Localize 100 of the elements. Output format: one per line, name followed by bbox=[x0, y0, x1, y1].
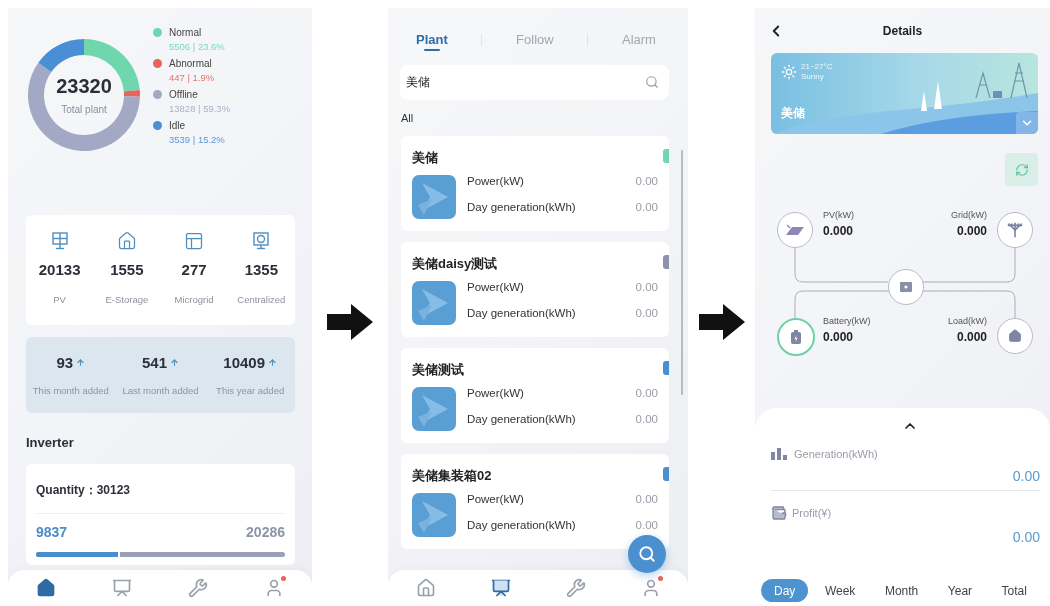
home-icon bbox=[415, 578, 436, 598]
stat-label: Profit(¥) bbox=[792, 507, 832, 519]
plant-name: 美储daisy测试 bbox=[412, 256, 498, 271]
metric-label: Day generation(kWh) bbox=[467, 307, 576, 319]
category-label: Microgrid bbox=[174, 294, 214, 305]
plant-logo-icon bbox=[412, 387, 456, 431]
quantity-text: Quantity：30123 bbox=[36, 482, 132, 499]
plant-logo-icon bbox=[412, 493, 456, 537]
weather-text: Sunny bbox=[801, 71, 825, 82]
category-count: 1355 bbox=[244, 261, 279, 278]
panel-icon bbox=[184, 231, 205, 251]
added-label: This month added bbox=[32, 385, 109, 396]
plant-card[interactable]: 美储集装箱02 Power(kW) 0.00 Day generation(kWh) 0.00 bbox=[401, 454, 669, 549]
metric-value: 0.00 bbox=[635, 201, 658, 213]
flow-value: 0.000 bbox=[956, 330, 987, 344]
added-count: 10409 bbox=[223, 354, 265, 371]
search-field[interactable]: 美储 bbox=[400, 65, 669, 100]
metric-value: 0.00 bbox=[635, 387, 658, 399]
metric-label: Day generation(kWh) bbox=[467, 519, 576, 531]
metric-label: Power(kW) bbox=[467, 175, 524, 187]
legend-label: Idle bbox=[169, 120, 187, 131]
category-count: 277 bbox=[181, 261, 207, 278]
legend-value: 5506 | 23.6% bbox=[169, 41, 226, 52]
stat-label: Generation(kWh) bbox=[794, 448, 878, 460]
metric-value: 0.00 bbox=[635, 175, 658, 187]
legend-value: 447 | 1.9% bbox=[169, 72, 216, 83]
legend-label: Offline bbox=[169, 89, 199, 100]
sun-icon bbox=[781, 63, 797, 80]
dropdown-button[interactable] bbox=[1016, 112, 1038, 134]
plant-card[interactable]: 美储daisy测试 Power(kW) 0.00 Day generation(kWh) 0.00 bbox=[401, 242, 669, 337]
power-tower-icon bbox=[1007, 222, 1023, 238]
user-icon bbox=[264, 578, 284, 598]
total-count: 23320 bbox=[56, 75, 112, 98]
added-count: 541 bbox=[141, 354, 167, 371]
category-count: 20133 bbox=[38, 261, 81, 278]
metric-value: 0.00 bbox=[635, 519, 658, 531]
bar-chart-icon bbox=[771, 448, 789, 460]
period-tab[interactable]: Year bbox=[934, 579, 986, 602]
metric-label: Power(kW) bbox=[467, 281, 524, 293]
metric-label: Day generation(kWh) bbox=[467, 201, 576, 213]
category-label: Centralized bbox=[237, 294, 286, 305]
metric-value: 0.00 bbox=[635, 307, 658, 319]
refresh-icon bbox=[1014, 162, 1029, 177]
online-count: 9837 bbox=[36, 524, 68, 540]
up-arrow-icon bbox=[170, 358, 179, 367]
plant-name: 美储 bbox=[412, 150, 438, 165]
filter-label: All bbox=[401, 112, 415, 124]
offline-count: 20286 bbox=[246, 524, 285, 540]
home-icon bbox=[36, 578, 56, 598]
flow-label: Grid(kW) bbox=[951, 210, 987, 220]
metric-value: 0.00 bbox=[635, 413, 658, 425]
flow-value: 0.000 bbox=[823, 224, 854, 238]
metric-label: Power(kW) bbox=[467, 387, 524, 399]
added-count: 93 bbox=[56, 354, 74, 371]
search-icon bbox=[638, 545, 656, 563]
metric-value: 0.00 bbox=[635, 493, 658, 505]
period-tab[interactable]: Total bbox=[988, 579, 1040, 602]
plant-name: 美储 bbox=[781, 105, 805, 122]
section-title: Inverter bbox=[26, 435, 75, 450]
category-label: E-Storage bbox=[105, 294, 149, 305]
category-count: 1555 bbox=[110, 261, 144, 278]
category-label: PV bbox=[53, 294, 66, 305]
flow-label: Load(kW) bbox=[948, 316, 987, 326]
battery-icon bbox=[791, 330, 801, 344]
added-label: This year added bbox=[216, 385, 285, 396]
added-label: Last month added bbox=[122, 385, 199, 396]
legend-value: 13828 | 59.3% bbox=[169, 103, 231, 114]
stat-value: 0.00 bbox=[1012, 529, 1040, 545]
up-arrow-icon bbox=[76, 358, 86, 367]
refresh-button[interactable] bbox=[1005, 153, 1038, 186]
nav-tab[interactable] bbox=[186, 576, 210, 600]
total-label: Total plant bbox=[61, 104, 107, 115]
search-icon bbox=[645, 75, 659, 89]
chart-monitor-icon bbox=[490, 578, 511, 598]
arrow-icon bbox=[327, 304, 373, 340]
period-tab[interactable]: Month bbox=[871, 579, 932, 602]
house-icon bbox=[1008, 329, 1022, 343]
flow-value: 0.000 bbox=[823, 330, 854, 344]
metric-value: 0.00 bbox=[635, 281, 658, 293]
chart-monitor-icon bbox=[112, 578, 132, 598]
legend-label: Normal bbox=[169, 27, 203, 38]
page-title: Details bbox=[881, 24, 924, 38]
metric-label: Day generation(kWh) bbox=[467, 413, 576, 425]
solar-panel-icon bbox=[49, 231, 70, 251]
temperature-text: 21~27°C bbox=[801, 62, 833, 72]
house-icon bbox=[116, 231, 137, 251]
plant-card[interactable]: 美储 Power(kW) 0.00 Day generation(kWh) 0.00 bbox=[401, 136, 669, 231]
stat-value: 0.00 bbox=[1012, 468, 1040, 484]
solar-panel-icon bbox=[785, 223, 805, 237]
period-tab[interactable]: Week bbox=[811, 579, 869, 602]
arrow-icon bbox=[698, 304, 745, 340]
plant-name: 美储测试 bbox=[412, 362, 464, 377]
plant-card[interactable]: 美储测试 Power(kW) 0.00 Day generation(kWh) 0.00 bbox=[401, 348, 669, 443]
legend-label: Abnormal bbox=[169, 58, 213, 69]
flow-label: PV(kW) bbox=[823, 210, 854, 220]
wrench-icon bbox=[188, 578, 208, 598]
plant-logo-icon bbox=[412, 281, 456, 325]
flow-value: 0.000 bbox=[956, 224, 987, 238]
legend-value: 3539 | 15.2% bbox=[169, 134, 226, 145]
tab[interactable]: Plant bbox=[416, 32, 448, 53]
